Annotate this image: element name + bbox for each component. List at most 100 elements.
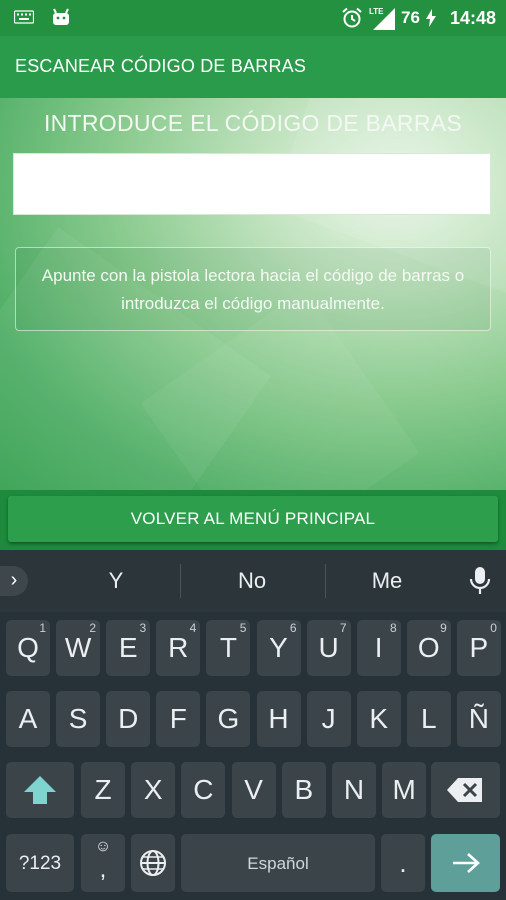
bottom-action-bar: VOLVER AL MENÚ PRINCIPAL bbox=[0, 490, 506, 550]
key-label: W bbox=[64, 632, 92, 663]
key-m[interactable]: M bbox=[382, 762, 427, 818]
key-number-hint: 5 bbox=[239, 621, 247, 635]
key-l[interactable]: L bbox=[406, 691, 451, 747]
key-n[interactable]: N bbox=[332, 762, 376, 818]
key-number-hint: 4 bbox=[189, 621, 197, 635]
key-c[interactable]: C bbox=[181, 762, 226, 818]
microphone-icon[interactable] bbox=[466, 566, 494, 596]
key-label: G bbox=[217, 703, 240, 734]
key-f[interactable]: F bbox=[156, 691, 201, 747]
backspace-icon bbox=[447, 778, 482, 802]
key-t[interactable]: T5 bbox=[206, 620, 251, 676]
emoji-comma-key[interactable]: ☺ , bbox=[81, 834, 125, 892]
symbols-key-label: ?123 bbox=[18, 853, 62, 874]
key-label: U bbox=[318, 632, 339, 663]
key-label: Q bbox=[17, 632, 39, 663]
shift-key[interactable] bbox=[6, 762, 74, 818]
enter-key[interactable] bbox=[431, 834, 500, 892]
key-g[interactable]: G bbox=[206, 691, 251, 747]
key-b[interactable]: B bbox=[281, 762, 326, 818]
comma-label: , bbox=[99, 856, 107, 883]
key-label: H bbox=[268, 703, 289, 734]
app-bar: ESCANEAR CÓDIGO DE BARRAS bbox=[0, 36, 506, 98]
suggestion-2[interactable]: No bbox=[192, 568, 312, 594]
period-key[interactable]: . bbox=[381, 834, 425, 892]
key-label: E bbox=[118, 632, 138, 663]
key-label: L bbox=[421, 703, 437, 734]
back-to-main-menu-button[interactable]: VOLVER AL MENÚ PRINCIPAL bbox=[8, 496, 498, 542]
key-e[interactable]: E3 bbox=[106, 620, 151, 676]
key-h[interactable]: H bbox=[256, 691, 301, 747]
key-label: C bbox=[193, 774, 214, 805]
backspace-key[interactable] bbox=[431, 762, 500, 818]
barcode-input[interactable] bbox=[13, 153, 491, 215]
key-label: D bbox=[118, 703, 139, 734]
scan-content-area: INTRODUCE EL CÓDIGO DE BARRAS Apunte con… bbox=[0, 98, 506, 490]
key-d[interactable]: D bbox=[106, 691, 151, 747]
symbols-key[interactable]: ?123 bbox=[6, 834, 74, 892]
key-z[interactable]: Z bbox=[81, 762, 125, 818]
suggestion-1[interactable]: Y bbox=[56, 568, 176, 594]
battery-level: 76 bbox=[401, 8, 420, 27]
key-w[interactable]: W2 bbox=[56, 620, 101, 676]
key-label: F bbox=[169, 703, 187, 734]
space-bar-label: Español bbox=[247, 854, 309, 873]
key-number-hint: 8 bbox=[390, 621, 397, 635]
clock: 14:48 bbox=[449, 7, 496, 28]
key-label: X bbox=[143, 774, 163, 805]
suggestion-divider bbox=[180, 564, 181, 598]
soft-keyboard: › Y No Me ?123 ☺ , Español . Q 1 W 2 E 3… bbox=[0, 550, 506, 900]
key-label: M bbox=[392, 774, 416, 805]
emoji-icon: ☺ bbox=[94, 838, 112, 855]
alarm-icon bbox=[342, 7, 362, 28]
key-number-hint: 7 bbox=[339, 621, 347, 635]
key-q[interactable]: Q1 bbox=[6, 620, 50, 676]
space-bar[interactable]: Español bbox=[181, 834, 375, 892]
android-notification-icon bbox=[53, 8, 69, 25]
key-r[interactable]: R4 bbox=[156, 620, 201, 676]
key-label: B bbox=[294, 774, 314, 805]
key-label: Z bbox=[94, 774, 112, 805]
key-k[interactable]: K bbox=[356, 691, 401, 747]
key-u[interactable]: U7 bbox=[306, 620, 351, 676]
arrow-right-icon bbox=[453, 853, 480, 873]
page-title: ESCANEAR CÓDIGO DE BARRAS bbox=[15, 56, 307, 76]
key-number-hint: 0 bbox=[490, 621, 497, 635]
suggestion-strip: › Y No Me bbox=[0, 550, 506, 612]
key-label: P bbox=[469, 632, 489, 663]
key-number-hint: 6 bbox=[289, 621, 297, 635]
key-o[interactable]: O9 bbox=[406, 620, 451, 676]
key-number-hint: 1 bbox=[39, 621, 46, 635]
suggestion-3[interactable]: Me bbox=[327, 568, 447, 594]
key-label: N bbox=[343, 774, 365, 805]
barcode-heading: INTRODUCE EL CÓDIGO DE BARRAS bbox=[43, 110, 463, 136]
network-type-label: LTE bbox=[369, 7, 384, 16]
key-label: Ñ bbox=[468, 703, 489, 734]
key-i[interactable]: I8 bbox=[356, 620, 401, 676]
language-key[interactable] bbox=[131, 834, 175, 892]
status-bar: LTE 76 14:48 bbox=[0, 0, 506, 36]
key-j[interactable]: J bbox=[306, 691, 351, 747]
expand-suggestions-icon[interactable]: › bbox=[0, 566, 28, 596]
signal-lte-icon: LTE bbox=[369, 7, 396, 30]
key-ñ[interactable]: Ñ bbox=[456, 691, 501, 747]
keyboard-notification-icon bbox=[14, 10, 34, 24]
shift-icon bbox=[24, 776, 56, 804]
key-s[interactable]: S bbox=[56, 691, 101, 747]
key-p[interactable]: P0 bbox=[456, 620, 501, 676]
key-label: Y bbox=[269, 632, 288, 663]
period-label: . bbox=[399, 848, 407, 878]
key-label: A bbox=[18, 703, 38, 734]
key-x[interactable]: X bbox=[131, 762, 176, 818]
key-number-hint: 2 bbox=[89, 621, 97, 635]
key-label: V bbox=[244, 774, 263, 805]
key-a[interactable]: A bbox=[6, 691, 50, 747]
key-label: R bbox=[168, 632, 189, 663]
key-v[interactable]: V bbox=[231, 762, 276, 818]
suggestion-divider bbox=[325, 564, 326, 598]
key-label: K bbox=[369, 703, 389, 734]
key-y[interactable]: Y6 bbox=[256, 620, 301, 676]
key-label: S bbox=[68, 703, 88, 734]
key-label: I bbox=[374, 632, 383, 663]
key-number-hint: 9 bbox=[440, 621, 447, 635]
